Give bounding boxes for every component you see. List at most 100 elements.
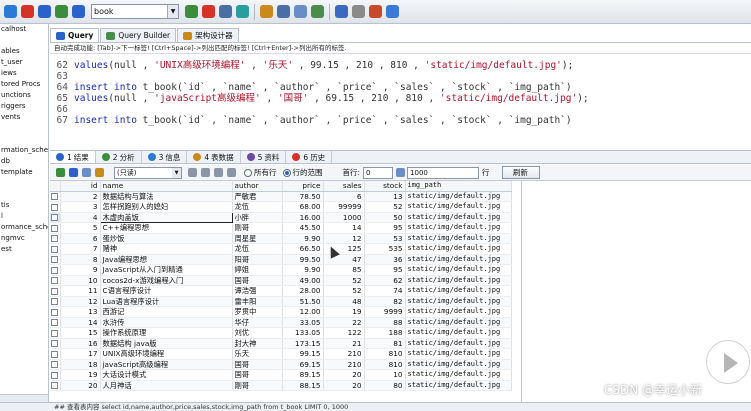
schema-icon[interactable] <box>236 5 249 18</box>
table-row[interactable]: 8 Java编程思想 阳哥 99.50 47 36 static/img/default.j… <box>50 254 512 266</box>
result-tab-3[interactable]: 3 信息 <box>142 151 188 163</box>
cell-name[interactable]: 操作系统原理 <box>100 327 233 339</box>
cell-id[interactable]: 7 <box>60 243 101 255</box>
execute-icon[interactable] <box>185 5 198 18</box>
result-tab-1[interactable]: 1 结果 <box>50 151 96 163</box>
delete-icon[interactable] <box>214 168 223 177</box>
cell-author[interactable]: 国哥 <box>232 275 283 287</box>
cell-author[interactable]: 国哥 <box>232 359 283 371</box>
export-icon[interactable] <box>56 168 65 177</box>
cell-stock[interactable]: 810 <box>364 348 406 360</box>
result-tab-2[interactable]: 2 分析 <box>96 151 142 163</box>
result-tab-4[interactable]: 4 表数据 <box>187 151 241 163</box>
object-browser[interactable]: calhost ables t_user iews tored Procs unction… <box>0 24 49 402</box>
cell-stock[interactable]: 52 <box>364 201 406 213</box>
cell-img-path[interactable]: static/img/default.jpg <box>405 243 512 255</box>
column-header-name[interactable]: name <box>100 181 233 192</box>
cell-sales[interactable]: 122 <box>323 327 365 339</box>
cell-stock[interactable]: 10 <box>364 369 406 381</box>
cell-img-path[interactable]: static/img/default.jpg <box>405 254 512 266</box>
result-tab-6[interactable]: 6 历史 <box>286 151 333 163</box>
sidebar-item[interactable] <box>0 178 48 189</box>
refresh-icon[interactable] <box>38 5 51 18</box>
refresh-button[interactable]: 刷新 <box>501 166 540 179</box>
cell-img-path[interactable]: static/img/default.jpg <box>405 222 512 234</box>
user-icon[interactable] <box>335 5 348 18</box>
cell-sales[interactable]: 1000 <box>323 212 365 224</box>
cell-price[interactable]: 51.50 <box>282 296 324 308</box>
cell-name[interactable]: 木虚肉盖饭 <box>99 211 233 224</box>
row-checkbox[interactable] <box>51 235 59 243</box>
cell-stock[interactable]: 535 <box>364 243 406 255</box>
row-checkbox[interactable] <box>51 382 59 390</box>
cell-id[interactable]: 6 <box>60 233 101 245</box>
sidebar-item[interactable]: ormance_schem <box>0 222 48 233</box>
save-icon[interactable] <box>201 168 210 177</box>
cell-img-path[interactable]: static/img/default.jpg <box>405 285 512 297</box>
column-header-sales[interactable]: sales <box>323 181 365 192</box>
row-checkbox[interactable] <box>51 214 59 222</box>
help-icon[interactable] <box>386 5 399 18</box>
cell-sales[interactable]: 14 <box>323 222 365 234</box>
row-checkbox[interactable] <box>51 224 59 232</box>
cell-author[interactable]: 周星星 <box>232 233 283 245</box>
sidebar-item[interactable]: est <box>0 244 48 255</box>
first-row-input[interactable]: 0 <box>363 166 394 179</box>
cell-sales[interactable]: 6 <box>323 191 365 203</box>
sidebar-item[interactable]: calhost <box>0 24 48 35</box>
cell-id[interactable]: 5 <box>60 222 101 234</box>
sidebar-item[interactable]: tored Procs <box>0 79 48 90</box>
cell-name[interactable]: C语言程序设计 <box>100 285 233 297</box>
cell-id[interactable]: 11 <box>60 285 101 297</box>
cell-stock[interactable]: 50 <box>364 212 406 224</box>
table-row[interactable]: 15 操作系统原理 刘优 133.05 122 188 static/img/default… <box>50 327 512 339</box>
result-mode-select[interactable]: (只读) ▼ <box>114 166 182 179</box>
cell-id[interactable]: 10 <box>60 275 101 287</box>
cell-img-path[interactable]: static/img/default.jpg <box>405 296 512 308</box>
column-header-author[interactable]: author <box>232 181 283 192</box>
cell-sales[interactable]: 22 <box>323 317 365 329</box>
cell-img-path[interactable]: static/img/default.jpg <box>405 338 512 350</box>
play-icon[interactable] <box>706 340 750 384</box>
row-checkbox[interactable] <box>51 329 59 337</box>
cell-author[interactable]: 刚哥 <box>232 222 283 234</box>
row-checkbox[interactable] <box>51 203 59 211</box>
cell-img-path[interactable]: static/img/default.jpg <box>405 380 512 392</box>
cell-price[interactable]: 173.15 <box>282 338 324 350</box>
sidebar-item[interactable] <box>0 123 48 134</box>
cell-img-path[interactable]: static/img/default.jpg <box>405 212 512 224</box>
table-row[interactable]: 14 水浒传 华仔 33.05 22 88 static/img/default.jpg <box>50 317 512 329</box>
cell-id[interactable]: 2 <box>60 191 101 203</box>
column-header-stock[interactable]: stock <box>364 181 406 192</box>
row-checkbox[interactable] <box>51 308 59 316</box>
sidebar-item[interactable]: ables <box>0 46 48 57</box>
column-header-price[interactable]: price <box>282 181 324 192</box>
cell-price[interactable]: 9.90 <box>282 233 324 245</box>
sidebar-scrollbar[interactable] <box>0 394 48 402</box>
cell-author[interactable]: 谭浩强 <box>232 285 283 297</box>
cell-price[interactable]: 99.15 <box>282 348 324 360</box>
cell-sales[interactable]: 52 <box>323 275 365 287</box>
cell-stock[interactable]: 13 <box>364 191 406 203</box>
cell-img-path[interactable]: static/img/default.jpg <box>405 359 512 371</box>
cell-name[interactable]: 怎样拐跑别人的媳妇 <box>100 201 233 213</box>
cell-sales[interactable]: 12 <box>323 233 365 245</box>
cell-stock[interactable]: 74 <box>364 285 406 297</box>
row-checkbox[interactable] <box>51 350 59 358</box>
cell-author[interactable]: 罗贯中 <box>232 306 283 318</box>
grid-view-icon[interactable] <box>82 168 91 177</box>
cell-sales[interactable]: 52 <box>323 285 365 297</box>
result-tab-5[interactable]: 5 资料 <box>241 151 287 163</box>
row-checkbox[interactable] <box>51 193 59 201</box>
cell-price[interactable]: 69.15 <box>282 359 324 371</box>
cell-author[interactable]: 龙伍 <box>232 243 283 255</box>
cell-author[interactable]: 婷姐 <box>232 264 283 276</box>
cell-price[interactable]: 99.50 <box>282 254 324 266</box>
cell-name[interactable]: javaScript高级编程 <box>100 359 233 371</box>
table-row[interactable]: 4 木虚肉盖饭 小胖 16.00 1000 50 static/img/default.jp… <box>50 211 512 224</box>
backup-icon[interactable] <box>260 5 273 18</box>
row-checkbox[interactable] <box>51 277 59 285</box>
cell-stock[interactable]: 81 <box>364 338 406 350</box>
cell-author[interactable]: 刚哥 <box>232 380 283 392</box>
cell-id[interactable]: 15 <box>60 327 101 339</box>
